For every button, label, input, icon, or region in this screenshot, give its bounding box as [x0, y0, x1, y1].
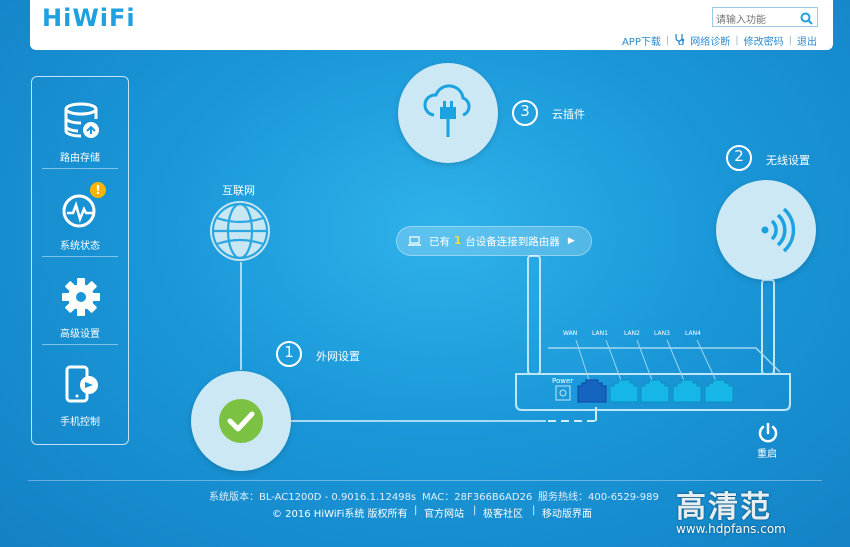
router-ports: [577, 379, 734, 403]
mobile-version-link[interactable]: 移动版界面: [542, 505, 592, 520]
footer-divider: [28, 480, 822, 481]
step-2-label[interactable]: 无线设置: [766, 152, 810, 168]
devices-suffix: 台设备连接到路由器: [465, 235, 560, 248]
port-label-lan2: LAN2: [624, 330, 640, 337]
wifi-signal-icon: [761, 207, 796, 253]
watermark-title: 高清范: [676, 490, 772, 525]
mac-address: MAC：28F366B6AD26: [422, 492, 533, 503]
system-version: 系统版本：BL-AC1200D - 0.9016.1.12498s: [209, 492, 417, 503]
cloud-plug-icon: [423, 84, 471, 137]
power-label: Power: [552, 377, 574, 385]
devices-count: 1: [454, 235, 462, 247]
step-3-label[interactable]: 云插件: [552, 106, 585, 122]
geek-community-link[interactable]: 极客社区: [483, 505, 523, 520]
port-label-lan4: LAN4: [685, 330, 701, 337]
step-3-number: 3: [512, 100, 538, 126]
port-label-lan1: LAN1: [592, 330, 608, 337]
footer-separator: |: [532, 505, 536, 516]
copyright: © 2016 HiWiFi系统 版权所有: [272, 509, 408, 520]
arrow-right-icon: ▶: [567, 236, 575, 246]
step-1-label[interactable]: 外网设置: [316, 348, 360, 364]
connected-devices-button[interactable]: 已有 1 台设备连接到路由器 ▶: [396, 226, 592, 256]
devices-prefix: 已有: [429, 235, 450, 248]
service-hotline: 服务热线：400-6529-989: [538, 492, 659, 503]
globe-icon[interactable]: [209, 200, 271, 262]
official-site-link[interactable]: 官方网站: [424, 505, 464, 520]
footer-separator: |: [414, 505, 418, 516]
power-icon[interactable]: [757, 422, 779, 444]
internet-label: 互联网: [222, 184, 255, 197]
watermark-url: www.hdpfans.com: [676, 522, 786, 536]
port-label-lan3: LAN3: [654, 330, 670, 337]
port-label-wan: WAN: [563, 330, 578, 337]
wireless-circle[interactable]: [716, 180, 816, 280]
cloud-plugin-circle[interactable]: [398, 63, 498, 163]
step-1-number: 1: [276, 341, 302, 367]
laptop-icon: [408, 236, 421, 246]
step-2-number: 2: [726, 145, 752, 171]
restart-label[interactable]: 重启: [757, 445, 777, 460]
wan-status-circle[interactable]: [191, 371, 291, 471]
footer-separator: |: [473, 505, 477, 516]
check-icon: [219, 399, 263, 443]
